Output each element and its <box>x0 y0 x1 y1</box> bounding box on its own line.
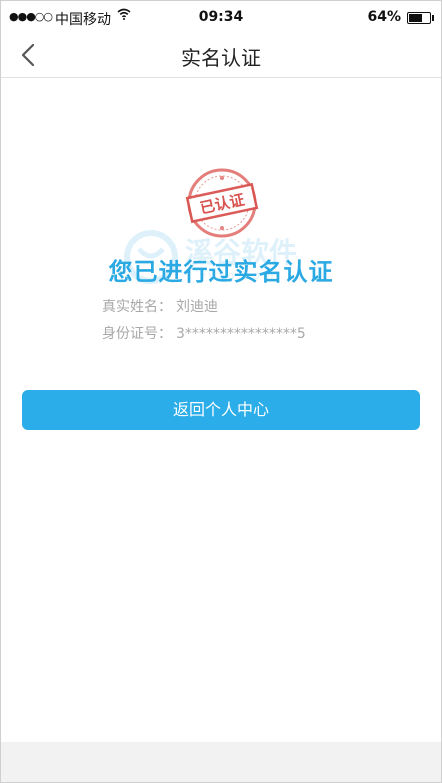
verification-headline: 您已进行过实名认证 <box>108 258 334 286</box>
status-bar: ●●●○○ 中国移动 09:34 64% <box>1 1 441 33</box>
return-to-profile-button[interactable]: 返回个人中心 <box>22 390 420 430</box>
phone-screen: ●●●○○ 中国移动 09:34 64% 实名认证 溪谷软件 yyxg.com … <box>0 0 442 783</box>
battery-percent: 64% <box>367 9 401 25</box>
battery-level <box>409 14 422 22</box>
navigation-bar: 实名认证 <box>1 33 441 78</box>
real-name-value: 刘迪迪 <box>176 299 218 315</box>
verified-stamp-icon: 已认证 <box>179 164 265 242</box>
real-name-label: 真实姓名： <box>102 299 172 315</box>
real-name-row: 真实姓名： 刘迪迪 <box>102 296 218 316</box>
battery-icon <box>407 12 434 24</box>
page-title: 实名认证 <box>181 46 261 70</box>
id-number-value: 3****************5 <box>176 326 306 342</box>
bottom-bar <box>1 742 441 782</box>
id-number-label: 身份证号： <box>102 326 172 342</box>
id-number-row: 身份证号： 3****************5 <box>102 323 306 343</box>
